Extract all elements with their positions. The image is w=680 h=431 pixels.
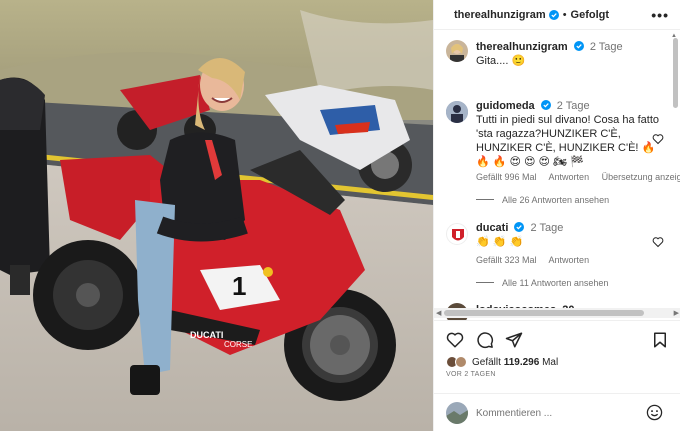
avatar[interactable] [446, 101, 468, 123]
caption: therealhunzigram 2 Tage Gita.... 🙂 [446, 40, 674, 80]
post-date[interactable]: VOR 2 TAGEN [446, 371, 496, 378]
caption-text: Gita.... 🙂 [476, 55, 526, 67]
reply-button[interactable]: Antworten [549, 255, 590, 265]
verified-badge-icon [514, 222, 525, 232]
more-options-icon[interactable]: ••• [651, 7, 669, 23]
current-user-avatar [446, 402, 468, 424]
comment-username[interactable]: ducati [476, 222, 508, 234]
horizontal-scrollbar[interactable]: ◀ ▶ [434, 308, 680, 318]
verified-badge-icon [573, 41, 584, 51]
post-image[interactable]: 1 DUCATI CORSE [0, 0, 433, 431]
scroll-right-arrow-icon[interactable]: ▶ [674, 309, 679, 317]
avatar[interactable] [446, 223, 468, 245]
comment-text: Tutti in piedi sul divano! Cosa ha fatto… [476, 114, 660, 168]
comment-likes[interactable]: Gefällt 996 Mal [476, 172, 537, 182]
comment-like-heart-icon[interactable] [652, 236, 664, 248]
comment-icon[interactable] [476, 331, 494, 349]
view-replies-label: Alle 26 Antworten ansehen [502, 195, 610, 205]
scrollbar-thumb[interactable] [673, 38, 678, 108]
caption-username[interactable]: therealhunzigram [476, 41, 568, 53]
paper-plane-icon[interactable] [505, 331, 523, 349]
view-replies-button[interactable]: Alle 26 Antworten ansehen [476, 195, 609, 205]
comment-like-heart-icon[interactable] [652, 133, 664, 145]
liker-avatar [455, 356, 467, 368]
comment-username[interactable]: guidomeda [476, 100, 535, 112]
comments-scrollbar[interactable] [673, 38, 678, 308]
comment-composer [434, 393, 680, 431]
bike-number: 1 [232, 271, 246, 301]
post-details-panel: therealhunzigram • Gefolgt ••• therealhu… [433, 0, 680, 431]
reply-button[interactable]: Antworten [549, 172, 590, 182]
author-username[interactable]: therealhunzigram [454, 9, 546, 21]
post-photo: 1 DUCATI CORSE [0, 0, 433, 431]
comment-age: 2 Tage [530, 222, 564, 234]
bike-brand-suffix: CORSE [224, 340, 252, 349]
translate-button[interactable]: Übersetzung anzeigen [602, 172, 680, 182]
header-separator: • [562, 8, 567, 21]
scroll-left-arrow-icon[interactable]: ◀ [436, 309, 441, 317]
emoji-icon[interactable] [646, 404, 663, 421]
likes-summary[interactable]: Gefällt 119.296 Mal [446, 356, 558, 368]
view-replies-label: Alle 11 Antworten ansehen [502, 278, 609, 288]
comment-meta: Gefällt 996 Mal Antworten Übersetzung an… [476, 172, 680, 182]
likes-count: 119.296 [503, 356, 540, 368]
comment-item: ducati 2 Tage 👏 👏 👏 Gefällt 323 Mal Antw… [446, 221, 674, 301]
comment-meta: Gefällt 323 Mal Antworten [476, 255, 599, 265]
heart-icon[interactable] [446, 331, 464, 349]
bookmark-icon[interactable] [651, 331, 669, 349]
replies-divider [476, 282, 494, 283]
post-header: therealhunzigram • Gefolgt ••• [434, 0, 680, 30]
likes-prefix: Gefällt [472, 356, 501, 368]
caption-age: 2 Tage [589, 41, 623, 53]
comment-likes[interactable]: Gefällt 323 Mal [476, 255, 537, 265]
comment-input[interactable] [476, 404, 636, 422]
likes-suffix: Mal [542, 356, 559, 368]
comment-text: 👏 👏 👏 [476, 236, 524, 248]
likes-text: Gefällt 119.296 Mal [472, 357, 558, 368]
verified-badge-icon [540, 100, 551, 110]
verified-badge-icon [548, 9, 559, 20]
comment-item: guidomeda 2 Tage Tutti in piedi sul diva… [446, 99, 680, 224]
left-person [0, 77, 50, 295]
bike-brand: DUCATI [190, 330, 223, 340]
horizontal-scrollbar-thumb[interactable] [444, 310, 644, 316]
comments-list[interactable]: therealhunzigram 2 Tage Gita.... 🙂 guido… [434, 31, 680, 320]
view-replies-button[interactable]: Alle 11 Antworten ansehen [476, 278, 608, 288]
replies-divider [476, 199, 494, 200]
avatar[interactable] [446, 40, 468, 62]
comment-age: 2 Tage [556, 100, 590, 112]
following-button[interactable]: Gefolgt [571, 9, 610, 21]
